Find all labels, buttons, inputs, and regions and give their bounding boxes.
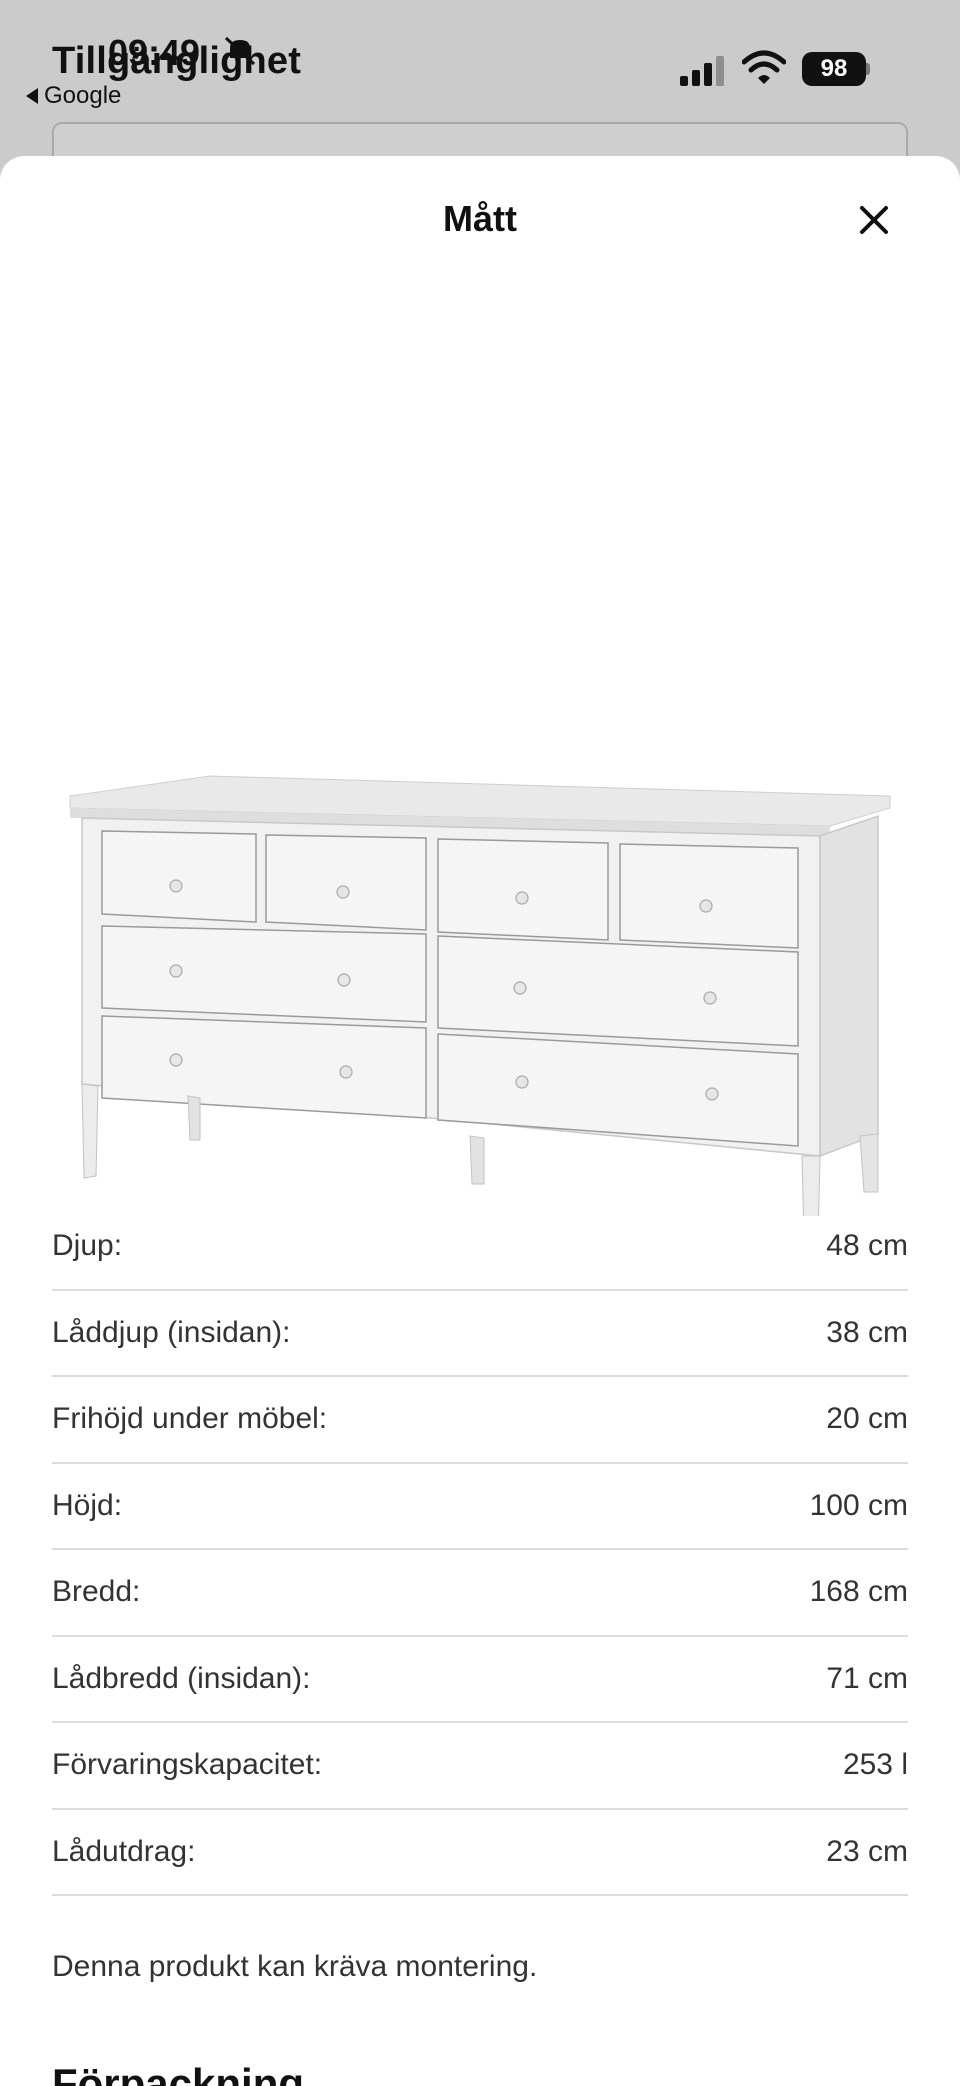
dimension-value: 100 cm	[809, 1488, 908, 1522]
back-arrow-icon	[26, 88, 38, 104]
dimension-label: Djup:	[52, 1229, 123, 1263]
packaging-heading[interactable]: Förpackning	[52, 2060, 304, 2086]
dimension-label: Låddjup (insidan):	[52, 1315, 291, 1349]
sheet-title: Mått	[443, 198, 517, 239]
dimension-label: Frihöjd under möbel:	[52, 1402, 328, 1436]
battery-level: 98	[802, 52, 866, 86]
dimension-value: 48 cm	[826, 1229, 908, 1263]
dimension-label: Bredd:	[52, 1575, 141, 1609]
battery-indicator: 98	[802, 52, 870, 86]
dimension-label: Förvaringskapacitet:	[52, 1748, 323, 1782]
dimension-value: 23 cm	[826, 1834, 908, 1868]
dimension-value: 253 l	[842, 1748, 908, 1782]
mute-icon	[224, 36, 256, 66]
dimension-row: Höjd: 100 cm	[52, 1464, 908, 1550]
dimensions-list: Djup: 48 cm Låddjup (insidan): 38 cm Fri…	[52, 1204, 908, 1896]
status-time: 09:49	[108, 32, 201, 73]
dimension-label: Lådbredd (insidan):	[52, 1661, 311, 1695]
close-icon[interactable]	[848, 194, 900, 246]
dimension-label: Lådutdrag:	[52, 1834, 196, 1868]
dimension-row: Djup: 48 cm	[52, 1204, 908, 1291]
dimension-value: 168 cm	[809, 1575, 908, 1609]
dimension-row: Frihöjd under möbel: 20 cm	[52, 1377, 908, 1464]
dimension-value: 20 cm	[826, 1402, 908, 1436]
dimension-label: Höjd:	[52, 1488, 123, 1522]
dimension-value: 71 cm	[826, 1661, 908, 1695]
dimension-row: Lådutdrag: 23 cm	[52, 1810, 908, 1896]
dimension-row: Lådbredd (insidan): 71 cm	[52, 1637, 908, 1723]
dresser-illustration	[69, 775, 891, 1216]
back-label: Google	[44, 82, 122, 109]
dimensions-sheet: Mått Djup: 48 cm Låddjup (insidan): 38 c…	[0, 156, 960, 2086]
dimension-row: Bredd: 168 cm	[52, 1550, 908, 1637]
back-to-google[interactable]: Google	[26, 82, 121, 110]
dimension-row: Förvaringskapacitet: 253 l	[52, 1723, 908, 1810]
signal-icon	[680, 56, 724, 86]
dimension-row: Låddjup (insidan): 38 cm	[52, 1291, 908, 1377]
dimension-value: 38 cm	[826, 1315, 908, 1349]
battery-nub	[866, 63, 870, 75]
wifi-icon	[742, 50, 786, 84]
assembly-note: Denna produkt kan kräva montering.	[52, 1950, 538, 1983]
